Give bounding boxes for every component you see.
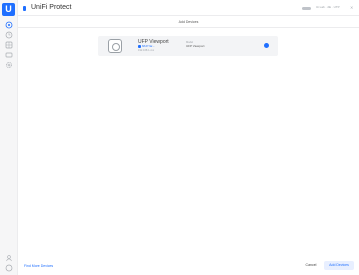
app-title: UniFi Protect — [31, 4, 72, 11]
page-subheader: Add Devices — [18, 16, 359, 28]
close-icon[interactable]: ✕ — [350, 5, 353, 10]
camera-icon[interactable] — [5, 21, 13, 29]
camera-device-icon — [108, 39, 122, 53]
user-icon[interactable] — [5, 254, 13, 262]
unifi-logo[interactable]: U — [2, 3, 15, 16]
protect-logo-icon — [23, 6, 26, 11]
top-header: UniFi Protect Ui Lab · 2E · UTP ✕ — [18, 0, 359, 16]
grid-icon[interactable] — [5, 41, 13, 49]
device-card[interactable]: UFP Viewport 68:d7:9a:... 192.168.1.xxx … — [98, 36, 278, 56]
left-nav-rail: U — [0, 0, 18, 275]
status-pill — [302, 7, 311, 10]
layout-icon[interactable] — [5, 51, 13, 59]
device-ip: 192.168.1.xxx — [138, 49, 155, 52]
gear-icon[interactable] — [5, 61, 13, 69]
cancel-button[interactable]: Cancel — [303, 262, 319, 269]
device-model: UFP Viewport — [186, 44, 205, 48]
help-icon[interactable] — [5, 264, 13, 272]
page-title: Add Devices — [178, 20, 199, 24]
app-root: U UniFi Protect Ui Lab · 2E · UTP ✕ Add … — [0, 0, 359, 275]
check-icon — [138, 45, 141, 48]
find-more-devices-link[interactable]: Find More Devices — [24, 264, 53, 268]
console-user-label[interactable]: Ui Lab · 2E · UTP — [316, 5, 340, 9]
add-devices-button[interactable]: Add Devices — [324, 261, 354, 270]
device-mac: 68:d7:9a:... — [142, 45, 155, 48]
device-select-radio[interactable] — [264, 43, 269, 48]
clock-icon[interactable] — [5, 31, 13, 39]
device-mac-row: 68:d7:9a:... — [138, 45, 155, 48]
